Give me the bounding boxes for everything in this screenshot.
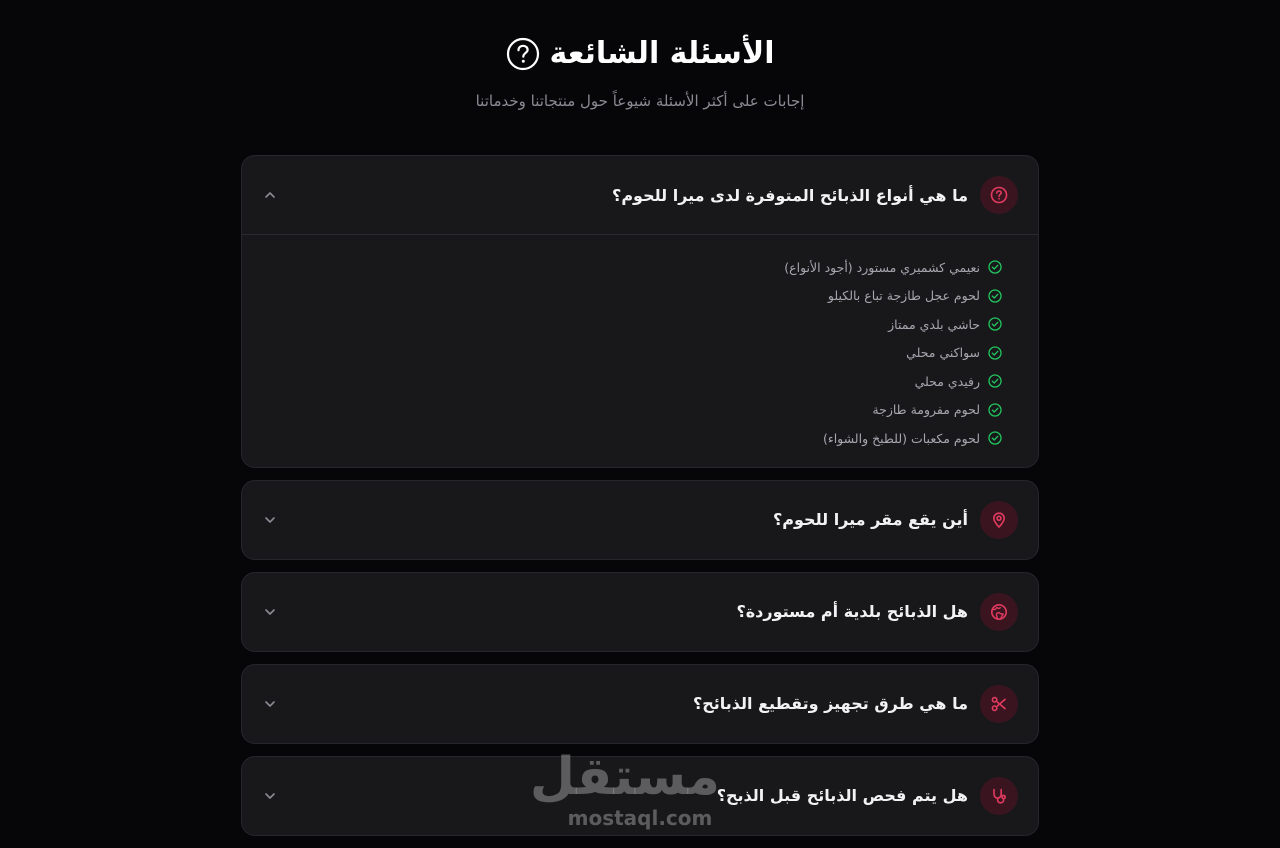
- answer-item: لحوم مكعبات (للطبخ والشواء): [262, 424, 1002, 453]
- chevron-down-icon[interactable]: [260, 694, 280, 714]
- check-circle-icon: [988, 289, 1002, 303]
- globe-icon: [980, 592, 1018, 631]
- map-pin-icon: [980, 500, 1018, 539]
- check-circle-icon: [988, 431, 1002, 445]
- check-circle-icon: [988, 403, 1002, 417]
- faq-question-2[interactable]: أين يقع مقر ميرا للحوم؟: [242, 481, 1038, 559]
- faq-question-text: أين يقع مقر ميرا للحوم؟: [773, 510, 968, 529]
- stethoscope-icon: [980, 776, 1018, 815]
- faq-question-1-label: ما هي أنواع الذبائح المتوفرة لدى ميرا لل…: [612, 176, 1018, 214]
- faq-question-text: هل يتم فحص الذبائح قبل الذبح؟: [716, 786, 968, 805]
- faq-item-2: أين يقع مقر ميرا للحوم؟: [241, 479, 1039, 560]
- faq-item-5: هل يتم فحص الذبائح قبل الذبح؟: [241, 755, 1039, 836]
- check-circle-icon: [988, 260, 1002, 274]
- check-circle-icon: [988, 346, 1002, 360]
- faq-question-4[interactable]: ما هي طرق تجهيز وتقطيع الذبائح؟: [242, 665, 1038, 743]
- faq-item-1: ما هي أنواع الذبائح المتوفرة لدى ميرا لل…: [241, 155, 1039, 468]
- faq-question-3[interactable]: هل الذبائح بلدية أم مستوردة؟: [242, 573, 1038, 651]
- faq-question-text: ما هي طرق تجهيز وتقطيع الذبائح؟: [692, 694, 968, 713]
- chevron-up-icon[interactable]: [260, 185, 280, 205]
- chevron-down-icon[interactable]: [260, 510, 280, 530]
- faq-question-1[interactable]: ما هي أنواع الذبائح المتوفرة لدى ميرا لل…: [242, 156, 1038, 235]
- faq-question-5[interactable]: هل يتم فحص الذبائح قبل الذبح؟: [242, 757, 1038, 835]
- answer-text: سواكني محلي: [906, 345, 980, 361]
- faq-list: ما هي أنواع الذبائح المتوفرة لدى ميرا لل…: [241, 155, 1039, 848]
- faq-question-5-label: هل يتم فحص الذبائح قبل الذبح؟: [716, 776, 1018, 815]
- answer-item: سواكني محلي: [262, 339, 1002, 368]
- answer-item: حاشي بلدي ممتاز: [262, 310, 1002, 339]
- answer-text: رفيدي محلي: [914, 373, 980, 389]
- page-subtitle: إجابات على أكثر الأسئلة شيوعاً حول منتجا…: [475, 92, 805, 110]
- faq-page: الأسئلة الشائعة إجابات على أكثر الأسئلة …: [0, 0, 1280, 848]
- faq-item-4: ما هي طرق تجهيز وتقطيع الذبائح؟: [241, 663, 1039, 744]
- answer-text: حاشي بلدي ممتاز: [888, 316, 980, 332]
- question-circle-icon: [506, 37, 540, 71]
- faq-item-3: هل الذبائح بلدية أم مستوردة؟: [241, 571, 1039, 652]
- faq-question-4-label: ما هي طرق تجهيز وتقطيع الذبائح؟: [692, 684, 1018, 723]
- check-circle-icon: [988, 374, 1002, 388]
- answer-text: لحوم مفرومة طازجة: [872, 402, 980, 418]
- faq-header: الأسئلة الشائعة إجابات على أكثر الأسئلة …: [0, 0, 1280, 110]
- answer-item: نعيمي كشميري مستورد (أجود الأنواع): [262, 253, 1002, 282]
- faq-question-text: هل الذبائح بلدية أم مستوردة؟: [736, 602, 968, 621]
- answer-item: رفيدي محلي: [262, 367, 1002, 396]
- answer-text: نعيمي كشميري مستورد (أجود الأنواع): [784, 259, 980, 275]
- faq-answer-1: نعيمي كشميري مستورد (أجود الأنواع) لحوم …: [242, 235, 1038, 467]
- title-row: الأسئلة الشائعة: [0, 34, 1280, 74]
- answer-text: لحوم عجل طازجة تباع بالكيلو: [827, 288, 980, 304]
- question-circle-icon: [980, 176, 1018, 214]
- chevron-down-icon[interactable]: [260, 602, 280, 622]
- chevron-down-icon[interactable]: [260, 786, 280, 806]
- scissors-icon: [980, 684, 1018, 723]
- check-circle-icon: [988, 317, 1002, 331]
- faq-question-3-label: هل الذبائح بلدية أم مستوردة؟: [736, 592, 1018, 631]
- answer-text: لحوم مكعبات (للطبخ والشواء): [822, 430, 980, 446]
- answer-item: لحوم مفرومة طازجة: [262, 396, 1002, 425]
- faq-question-text: ما هي أنواع الذبائح المتوفرة لدى ميرا لل…: [612, 185, 968, 205]
- faq-question-2-label: أين يقع مقر ميرا للحوم؟: [773, 500, 1018, 539]
- answer-item: لحوم عجل طازجة تباع بالكيلو: [262, 282, 1002, 311]
- page-title: الأسئلة الشائعة: [549, 36, 775, 71]
